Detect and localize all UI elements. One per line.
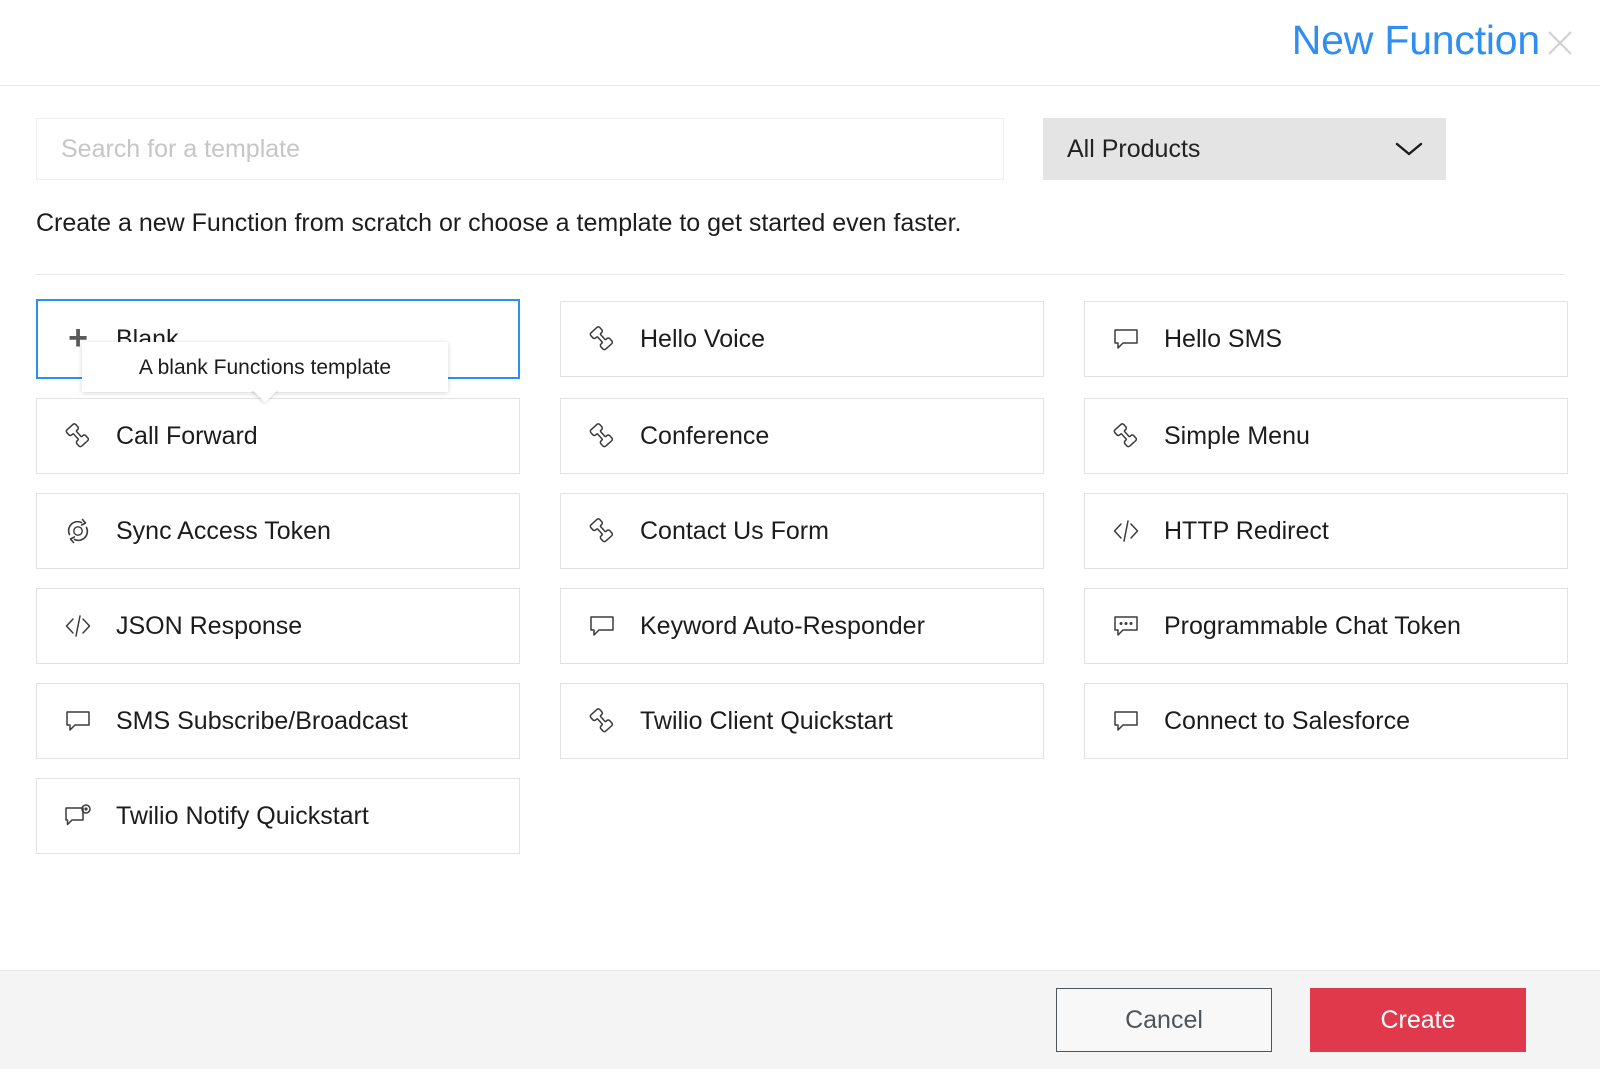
sync-icon — [62, 515, 94, 547]
dialog-body: All Products Create a new Function from … — [0, 86, 1600, 970]
template-card-label: Hello Voice — [640, 324, 766, 353]
template-card[interactable]: Hello SMS — [1084, 301, 1568, 377]
template-card-label: Simple Menu — [1164, 421, 1310, 450]
phone-icon — [586, 705, 618, 737]
phone-icon — [586, 323, 618, 355]
template-card[interactable]: JSON Response — [36, 588, 520, 664]
phone-icon — [586, 420, 618, 452]
template-card[interactable]: Contact Us Form — [560, 493, 1044, 569]
template-card[interactable]: Call Forward — [36, 398, 520, 474]
product-filter-dropdown[interactable]: All Products — [1043, 118, 1446, 180]
template-card[interactable]: SMS Subscribe/Broadcast — [36, 683, 520, 759]
create-button[interactable]: Create — [1310, 988, 1526, 1052]
search-input[interactable] — [36, 118, 1004, 180]
template-card[interactable]: HTTP Redirect — [1084, 493, 1568, 569]
template-card[interactable]: Keyword Auto-Responder — [560, 588, 1044, 664]
template-card[interactable]: Twilio Client Quickstart — [560, 683, 1044, 759]
cancel-button[interactable]: Cancel — [1056, 988, 1272, 1052]
template-card-label: SMS Subscribe/Broadcast — [116, 706, 408, 735]
chat-bubble-icon — [1110, 705, 1142, 737]
template-card-label: HTTP Redirect — [1164, 516, 1329, 545]
template-card-label: Twilio Client Quickstart — [640, 706, 893, 735]
template-card-label: Connect to Salesforce — [1164, 706, 1410, 735]
phone-icon — [62, 420, 94, 452]
tooltip-arrow-icon — [251, 391, 279, 405]
code-brackets-icon — [62, 610, 94, 642]
filter-controls: All Products — [36, 86, 1564, 180]
template-card-label: Sync Access Token — [116, 516, 331, 545]
product-filter-value: All Products — [1067, 134, 1201, 163]
template-card-label: Hello SMS — [1164, 324, 1283, 353]
tooltip-text: A blank Functions template — [138, 355, 392, 379]
dialog-footer: Cancel Create — [0, 970, 1600, 1069]
phone-icon — [1110, 420, 1142, 452]
template-card[interactable]: Connect to Salesforce — [1084, 683, 1568, 759]
dialog-header: New Function — [0, 0, 1600, 86]
chat-bubble-icon — [586, 610, 618, 642]
template-card[interactable]: Conference — [560, 398, 1044, 474]
new-function-dialog: New Function All Products Create a new F… — [0, 0, 1600, 1069]
phone-icon — [586, 515, 618, 547]
blank-template-tooltip: A blank Functions template — [82, 342, 448, 392]
template-card-label: JSON Response — [116, 611, 303, 640]
template-card-label: Call Forward — [116, 421, 258, 450]
dialog-description: Create a new Function from scratch or ch… — [36, 209, 962, 237]
close-icon[interactable] — [1538, 21, 1582, 65]
template-card-label: Keyword Auto-Responder — [640, 611, 925, 640]
section-divider — [36, 274, 1564, 275]
template-card[interactable]: Sync Access Token — [36, 493, 520, 569]
chat-bubble-icon — [1110, 323, 1142, 355]
template-card-label: Conference — [640, 421, 770, 450]
template-card[interactable]: Programmable Chat Token — [1084, 588, 1568, 664]
chat-bubble-dots-icon — [1110, 610, 1142, 642]
template-card-label: Programmable Chat Token — [1164, 611, 1461, 640]
template-card[interactable]: Simple Menu — [1084, 398, 1568, 474]
template-card[interactable]: Hello Voice — [560, 301, 1044, 377]
chevron-down-icon — [1394, 140, 1424, 158]
page-title: New Function — [1291, 17, 1540, 63]
template-card-label: Contact Us Form — [640, 516, 829, 545]
template-card-label: Twilio Notify Quickstart — [116, 801, 369, 830]
code-brackets-icon — [1110, 515, 1142, 547]
template-card[interactable]: Twilio Notify Quickstart — [36, 778, 520, 854]
chat-bubble-badge-icon — [62, 800, 94, 832]
chat-bubble-icon — [62, 705, 94, 737]
